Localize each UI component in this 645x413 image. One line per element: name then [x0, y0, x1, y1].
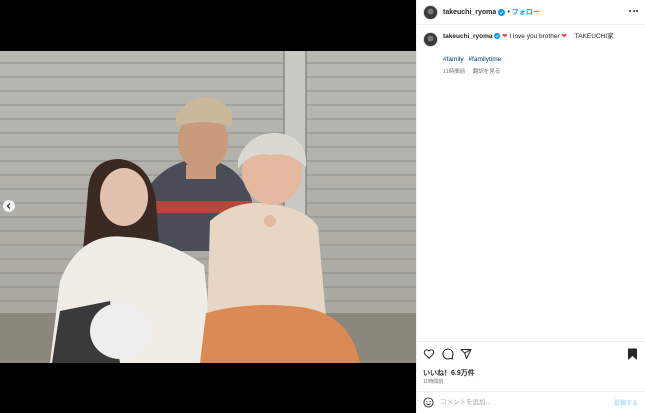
action-bar — [417, 341, 645, 365]
bookmark-icon[interactable] — [627, 348, 638, 360]
hashtag-link[interactable]: #family — [443, 56, 464, 63]
comment-input[interactable] — [440, 399, 600, 406]
separator-dot: • — [507, 8, 510, 16]
post-media-area — [0, 0, 416, 413]
caption-timestamp: 11時間前 — [443, 69, 466, 75]
comment-bar: 投稿する — [417, 391, 645, 413]
avatar[interactable] — [423, 4, 438, 20]
hashtag-link[interactable]: #familytime — [468, 56, 501, 63]
verified-badge-icon — [498, 8, 506, 16]
photo-illustration — [0, 51, 416, 363]
translate-link[interactable]: 翻訳を見る — [473, 69, 501, 75]
verified-badge-icon — [494, 32, 501, 39]
comment-bubble-icon[interactable] — [442, 348, 454, 360]
carousel-prev-button[interactable] — [3, 200, 15, 212]
caption-username[interactable]: takeuchi_ryoma — [443, 33, 493, 40]
heart-emoji-icon: ❤ — [561, 33, 567, 40]
post-photo[interactable] — [0, 51, 416, 363]
like-count[interactable]: いいね！6.9万件 — [423, 368, 475, 378]
follow-button[interactable]: フォロー — [512, 7, 540, 17]
post-side-panel: takeuchi_ryoma • フォロー takeuchi_ryoma ❤ I… — [416, 0, 645, 413]
caption-section: takeuchi_ryoma ❤ I love you brother ❤ TA… — [423, 32, 638, 75]
caption-suffix: TAKEUCHI家 — [574, 33, 614, 40]
username-link[interactable]: takeuchi_ryoma — [443, 9, 496, 16]
caption-meta: 11時間前 翻訳を見る — [443, 67, 638, 75]
caption-text-block: takeuchi_ryoma ❤ I love you brother ❤ TA… — [443, 32, 614, 41]
post-header: takeuchi_ryoma • フォロー — [417, 0, 645, 25]
post-comment-button[interactable]: 投稿する — [614, 398, 638, 407]
smiley-icon[interactable] — [423, 397, 434, 408]
heart-outline-icon[interactable] — [423, 348, 435, 360]
heart-emoji-icon: ❤ — [502, 33, 508, 40]
hashtag-list: #family #familytime — [443, 56, 638, 63]
caption-text: I love you brother — [509, 33, 560, 40]
caption-avatar[interactable] — [423, 32, 438, 47]
paper-plane-icon[interactable] — [460, 348, 472, 360]
post-timestamp: 11時間前 — [423, 379, 444, 385]
chevron-left-icon — [6, 203, 11, 209]
more-dots-icon[interactable] — [629, 10, 638, 12]
